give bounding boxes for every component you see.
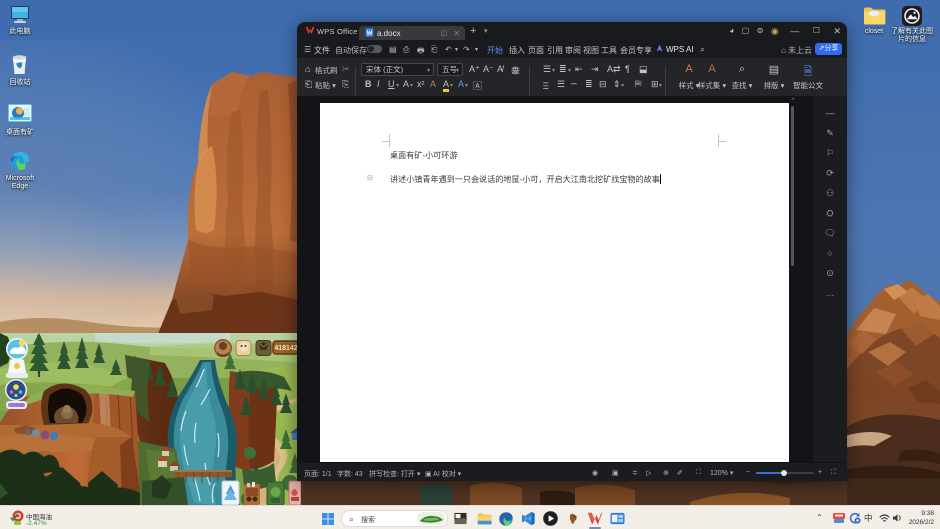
svg-text:418142: 418142 [274,345,297,352]
